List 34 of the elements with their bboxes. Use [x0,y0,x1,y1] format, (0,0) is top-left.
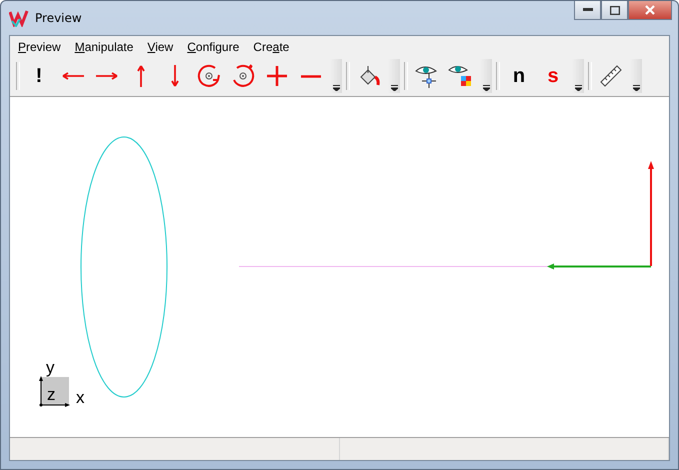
toolbar-button[interactable]: ! [24,61,54,91]
menu-item[interactable]: Manipulate [74,40,134,54]
dropdown-button[interactable] [330,59,342,93]
caret-icon [574,85,582,91]
eye-palette-icon [448,63,474,89]
caret-icon [632,85,640,91]
menu-item[interactable]: Configure [187,40,240,54]
dropdown-button[interactable] [630,59,642,93]
maximize-icon [610,6,620,14]
toolbar-button[interactable]: n [504,61,534,91]
axis-label: z [47,386,56,403]
maximize-button[interactable] [601,1,628,20]
rotate-left-icon [196,63,222,89]
app-logo-icon [9,9,29,27]
plus-icon [264,63,290,89]
caret-icon [390,85,398,91]
caret-icon [332,85,340,91]
axis-label: x [76,389,84,406]
minimize-button[interactable] [574,1,601,20]
menu-item[interactable]: Create [253,40,290,54]
caret-icon [482,85,490,91]
minimize-icon [582,8,592,12]
close-button[interactable] [628,1,672,20]
menu-item[interactable]: Preview [18,40,61,54]
ruler-icon [598,63,624,89]
close-icon [645,5,655,15]
dropdown-button[interactable] [572,59,584,93]
axis-label: y [46,359,54,376]
dropdown-button[interactable] [480,59,492,93]
dropdown-button[interactable] [388,59,400,93]
toolbar-button[interactable]: s [538,61,568,91]
minus-icon [301,74,321,78]
window-title: Preview [35,11,82,25]
menu-item[interactable]: View [147,40,174,54]
